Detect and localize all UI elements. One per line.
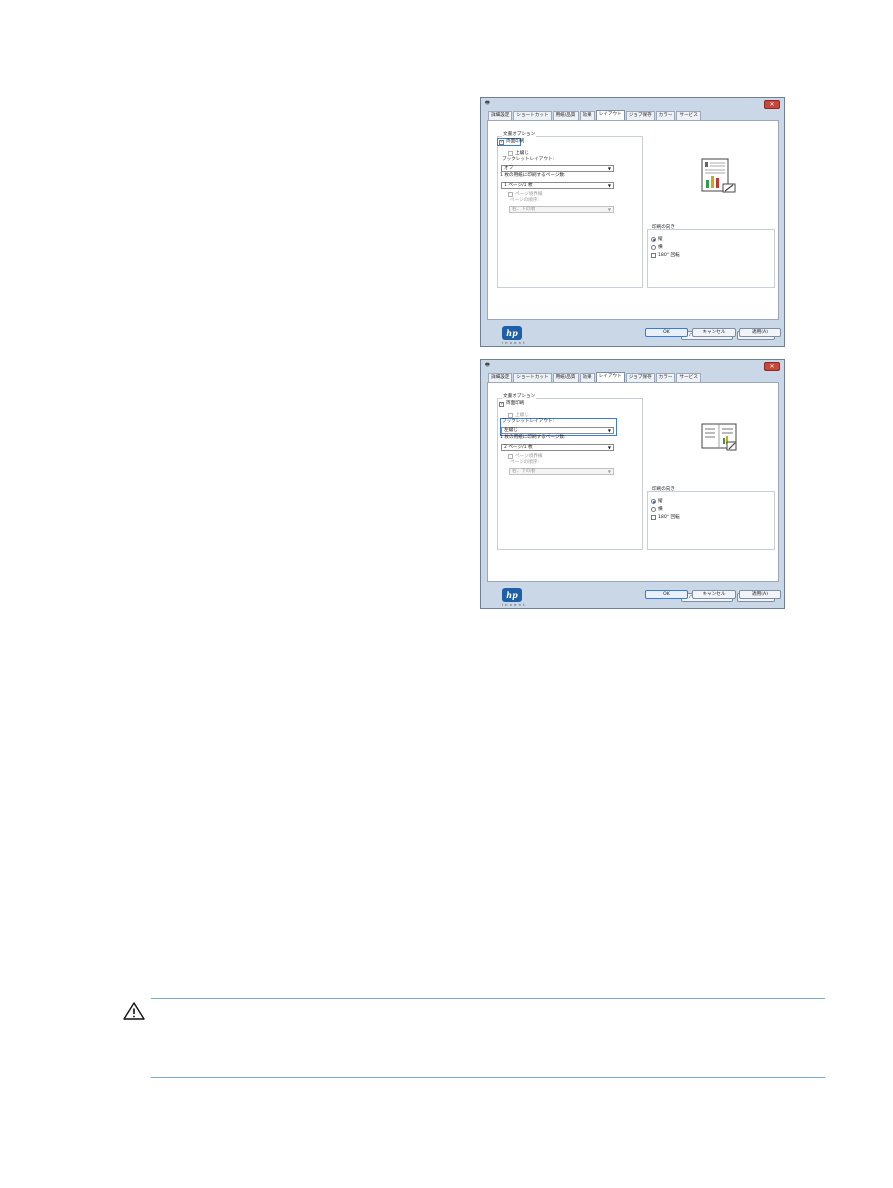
tab-paper-quality[interactable]: 用紙/品質 <box>552 373 579 382</box>
landscape-label: 横 <box>658 506 663 512</box>
apply-button[interactable]: 適用(A) <box>739 590 781 599</box>
tab-shortcuts[interactable]: ショートカット <box>513 373 552 382</box>
duplex-label: 両面印刷 <box>506 139 525 144</box>
chevron-down-icon: ▼ <box>607 207 611 212</box>
chevron-down-icon: ▼ <box>607 183 611 188</box>
rotate-180-label: 180° 回転 <box>658 252 680 258</box>
tab-content: 文書オプション ✓ 両面印刷 上綴じ ブックレットレイアウト: 左綴じ ▼ 1 … <box>487 382 779 607</box>
tab-effects[interactable]: 効果 <box>579 111 595 120</box>
tab-strip: 詳細設定 ショートカット 用紙/品質 効果 レイアウト ジョブ保存 カラー サー… <box>488 110 701 120</box>
caution-top-rule <box>151 998 825 999</box>
tab-job-storage[interactable]: ジョブ保存 <box>625 373 655 382</box>
orientation-group <box>647 229 775 288</box>
tab-color[interactable]: カラー <box>655 373 676 382</box>
portrait-label: 縦 <box>658 498 663 504</box>
portrait-label: 縦 <box>658 236 663 242</box>
tab-effects[interactable]: 効果 <box>579 373 595 382</box>
chevron-down-icon: ▼ <box>607 445 611 450</box>
chevron-down-icon: ▼ <box>607 469 611 474</box>
chevron-down-icon: ▼ <box>607 428 611 433</box>
tab-paper-quality[interactable]: 用紙/品質 <box>552 111 579 120</box>
chevron-down-icon: ▼ <box>607 166 611 171</box>
duplex-label: 両面印刷 <box>506 401 525 406</box>
close-button[interactable]: ✕ <box>764 362 780 371</box>
portrait-radio[interactable] <box>651 237 656 242</box>
booklet-layout-value: オフ <box>504 166 514 171</box>
document-options-label: 文書オプション <box>502 131 537 137</box>
pages-per-sheet-label: 1 枚の用紙に印刷するページ数: <box>500 173 566 178</box>
hp-logo-tagline: i n v e n t <box>502 341 526 345</box>
document-options-label: 文書オプション <box>502 393 537 399</box>
rotate-180-checkbox[interactable] <box>651 253 656 258</box>
warning-triangle-icon <box>123 1002 145 1020</box>
landscape-radio[interactable] <box>651 245 656 250</box>
layout-preview-image <box>701 158 736 193</box>
booklet-layout-label: ブックレットレイアウト: <box>502 157 555 162</box>
close-button[interactable]: ✕ <box>764 100 780 109</box>
tab-services[interactable]: サービス <box>676 111 701 120</box>
landscape-radio[interactable] <box>651 507 656 512</box>
title-bar[interactable]: 🖶 ✕ <box>481 360 784 371</box>
tab-advanced[interactable]: 詳細設定 <box>488 373 513 382</box>
tab-strip: 詳細設定 ショートカット 用紙/品質 効果 レイアウト ジョブ保存 カラー サー… <box>488 372 701 382</box>
page-order-label: ページの順序: <box>510 460 540 465</box>
tab-shortcuts[interactable]: ショートカット <box>513 111 552 120</box>
booklet-layout-value: 左綴じ <box>504 428 518 433</box>
layout-preview-image <box>701 423 737 451</box>
pages-per-sheet-select[interactable]: 2 ページ/1 枚 ▼ <box>501 444 614 451</box>
page-order-select[interactable]: 右、下の順 ▼ <box>509 206 614 213</box>
pages-per-sheet-select[interactable]: 1 ページ/1 枚 ▼ <box>501 182 614 189</box>
apply-button[interactable]: 適用(A) <box>739 328 781 337</box>
tab-color[interactable]: カラー <box>655 111 676 120</box>
tab-services[interactable]: サービス <box>676 373 701 382</box>
page-order-value: 右、下の順 <box>512 469 535 474</box>
tab-advanced[interactable]: 詳細設定 <box>488 111 513 120</box>
printer-properties-dialog-1: 🖶 ✕ 詳細設定 ショートカット 用紙/品質 効果 レイアウト ジョブ保存 カラ… <box>480 97 785 347</box>
duplex-checkbox[interactable]: ✓ <box>499 401 504 407</box>
tab-content: 文書オプション ✓ 両面印刷 上綴じ ブックレットレイアウト: オフ ▼ 1 枚… <box>487 120 779 345</box>
tab-layout[interactable]: レイアウト <box>595 110 625 120</box>
printer-icon: 🖶 <box>485 100 490 106</box>
cancel-button[interactable]: キャンセル <box>692 328 736 337</box>
page-order-select[interactable]: 右、下の順 ▼ <box>509 468 614 475</box>
duplex-checkbox[interactable]: ✓ <box>499 139 504 145</box>
orientation-group <box>647 491 775 550</box>
tab-layout[interactable]: レイアウト <box>595 372 625 382</box>
hp-logo-tagline: i n v e n t <box>502 603 526 607</box>
printer-icon: 🖶 <box>485 362 490 368</box>
page-order-label: ページの順序: <box>510 198 540 203</box>
print-borders-checkbox[interactable] <box>508 454 513 459</box>
ok-button[interactable]: OK <box>645 590 688 599</box>
rotate-180-checkbox[interactable] <box>651 515 656 520</box>
print-borders-label: ページ境界線 <box>515 191 543 197</box>
pages-per-sheet-value: 2 ページ/1 枚 <box>504 445 533 450</box>
caution-bottom-rule <box>151 1077 825 1078</box>
booklet-layout-select[interactable]: 左綴じ ▼ <box>501 427 614 434</box>
pages-per-sheet-value: 1 ページ/1 枚 <box>504 183 533 188</box>
landscape-label: 横 <box>658 244 663 250</box>
top-binding-checkbox[interactable] <box>508 151 513 156</box>
top-binding-label: 上綴じ <box>515 150 529 156</box>
booklet-layout-label: ブックレットレイアウト: <box>502 419 555 424</box>
pages-per-sheet-label: 1 枚の用紙に印刷するページ数: <box>500 435 566 440</box>
portrait-radio[interactable] <box>651 499 656 504</box>
booklet-layout-select[interactable]: オフ ▼ <box>501 165 614 172</box>
hp-logo: hp <box>502 326 522 340</box>
ok-button[interactable]: OK <box>645 328 688 337</box>
print-borders-checkbox[interactable] <box>508 192 513 197</box>
cancel-button[interactable]: キャンセル <box>692 590 736 599</box>
hp-logo: hp <box>502 588 522 602</box>
page-order-value: 右、下の順 <box>512 207 535 212</box>
rotate-180-label: 180° 回転 <box>658 514 680 520</box>
title-bar[interactable]: 🖶 ✕ <box>481 98 784 109</box>
tab-job-storage[interactable]: ジョブ保存 <box>625 111 655 120</box>
printer-properties-dialog-2: 🖶 ✕ 詳細設定 ショートカット 用紙/品質 効果 レイアウト ジョブ保存 カラ… <box>480 359 785 609</box>
print-borders-label: ページ境界線 <box>515 453 543 459</box>
